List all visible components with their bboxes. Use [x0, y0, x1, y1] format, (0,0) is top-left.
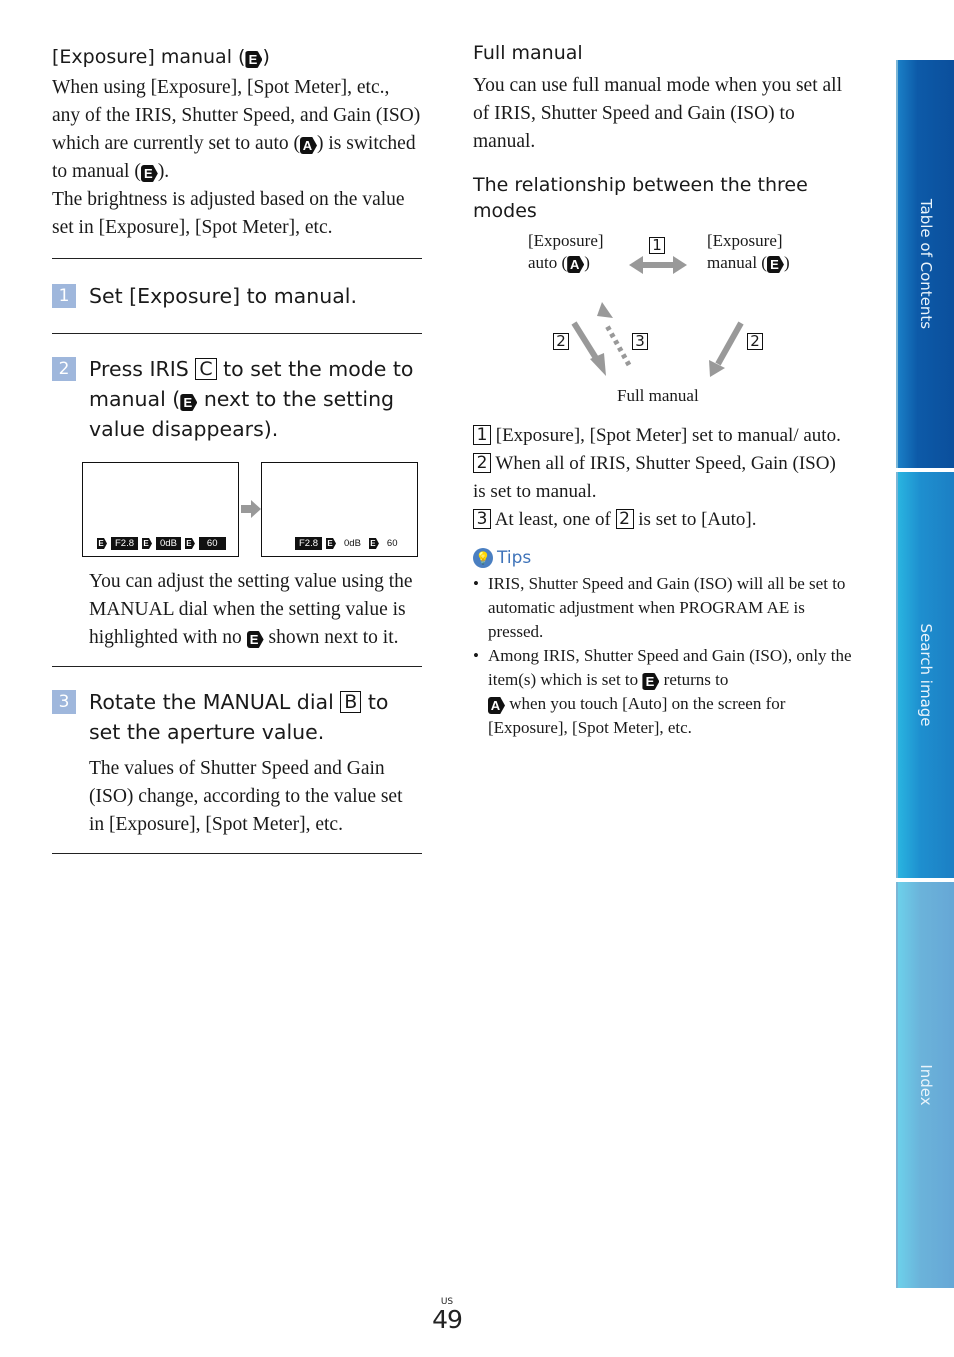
manual-mode-icon: E [642, 673, 660, 690]
iris-button-marker: C [195, 358, 217, 380]
exposure-manual-heading: [Exposure] manual (E) [52, 46, 270, 68]
full-manual-label: Full manual [617, 386, 699, 405]
divider [52, 853, 422, 854]
step-2: 2 Press IRIS C to set the mode to manual… [52, 354, 422, 444]
auto-mode-icon: A [488, 697, 505, 714]
relationship-heading: The relationship between the three modes [473, 174, 808, 222]
manual-mode-icon: E [326, 538, 337, 549]
iris-value: F2.8 [111, 537, 139, 550]
mode-relationship-diagram: [Exposure] auto (A) 1 [Exposure] manual … [473, 226, 853, 416]
osd-bar: F2.8 E 0dB E 60 [295, 537, 402, 550]
divider [52, 666, 422, 667]
manual-mode-icon: E [246, 631, 264, 648]
screen-illustration: E F2.8 E 0dB E 60 F2.8 E 0dB E 60 [52, 462, 422, 562]
manual-mode-icon: E [368, 538, 379, 549]
manual-mode-icon: E [180, 394, 198, 411]
lightbulb-icon: 💡 [473, 548, 493, 568]
screen-after: F2.8 E 0dB E 60 [261, 462, 418, 557]
iris-value: F2.8 [295, 537, 323, 550]
gain-value: 0dB [344, 538, 361, 549]
legend-item-3: 3 At least, one of 2 is set to [Auto]. [473, 506, 853, 534]
manual-mode-icon: E [142, 538, 153, 549]
step-number-badge: 2 [52, 357, 76, 381]
step-text: Rotate the MANUAL dial B to set the aper… [89, 690, 389, 744]
osd-bar: E F2.8 E 0dB E 60 [97, 537, 226, 550]
diagram-legend: 1 [Exposure], [Spot Meter] set to manual… [473, 422, 853, 534]
tip-item: Among IRIS, Shutter Speed and Gain (ISO)… [473, 644, 853, 740]
page-number: US 49 [430, 1297, 464, 1333]
divider [52, 333, 422, 334]
manual-dial-marker: B [340, 691, 362, 713]
tips-heading: 💡 Tips [473, 548, 853, 568]
tips-list: IRIS, Shutter Speed and Gain (ISO) will … [473, 572, 853, 740]
step-text: Press IRIS C to set the mode to manual (… [89, 357, 414, 441]
left-column: [Exposure] manual (E) When using [Exposu… [52, 44, 422, 854]
marker-2-left: 2 [553, 333, 569, 350]
shutter-value: 60 [386, 538, 398, 549]
right-column: Full manual You can use full manual mode… [473, 40, 853, 740]
exposure-manual-description: When using [Exposure], [Spot Meter], etc… [52, 77, 421, 238]
full-manual-heading: Full manual [473, 42, 583, 64]
tips-section: 💡 Tips IRIS, Shutter Speed and Gain (ISO… [473, 548, 853, 740]
step-number-badge: 3 [52, 690, 76, 714]
double-arrow-icon [629, 256, 687, 274]
manual-mode-icon: E [140, 165, 158, 182]
step-2-note: You can adjust the setting value using t… [89, 571, 413, 648]
marker-3: 3 [632, 333, 648, 350]
marker-2-right: 2 [747, 333, 763, 350]
tab-index[interactable]: Index [896, 882, 954, 1288]
manual-mode-icon: E [184, 538, 195, 549]
page-number-value: 49 [432, 1305, 463, 1334]
step-number-badge: 1 [52, 284, 76, 308]
divider [52, 258, 422, 259]
tip-item: IRIS, Shutter Speed and Gain (ISO) will … [473, 572, 853, 644]
manual-mode-icon: E [245, 51, 263, 68]
step-1: 1 Set [Exposure] to manual. [52, 281, 422, 311]
legend-item-1: 1 [Exposure], [Spot Meter] set to manual… [473, 422, 853, 450]
arrow-manual-to-full-icon [709, 321, 744, 377]
legend-item-2: 2 When all of IRIS, Shutter Speed, Gain … [473, 453, 836, 502]
arrow-auto-to-full-icon [571, 321, 606, 376]
screen-before: E F2.8 E 0dB E 60 [82, 462, 239, 557]
step-3: 3 Rotate the MANUAL dial B to set the ap… [52, 687, 422, 747]
tab-search-image[interactable]: Search image [896, 472, 954, 878]
shutter-value: 60 [198, 537, 226, 550]
tab-table-of-contents[interactable]: Table of Contents [896, 60, 954, 468]
auto-mode-icon: A [300, 137, 317, 154]
gain-value: 0dB [156, 537, 181, 550]
full-manual-description: You can use full manual mode when you se… [473, 75, 842, 152]
step-3-note: The values of Shutter Speed and Gain (IS… [89, 758, 403, 835]
manual-mode-icon: E [97, 538, 107, 549]
step-text: Set [Exposure] to manual. [89, 284, 357, 308]
